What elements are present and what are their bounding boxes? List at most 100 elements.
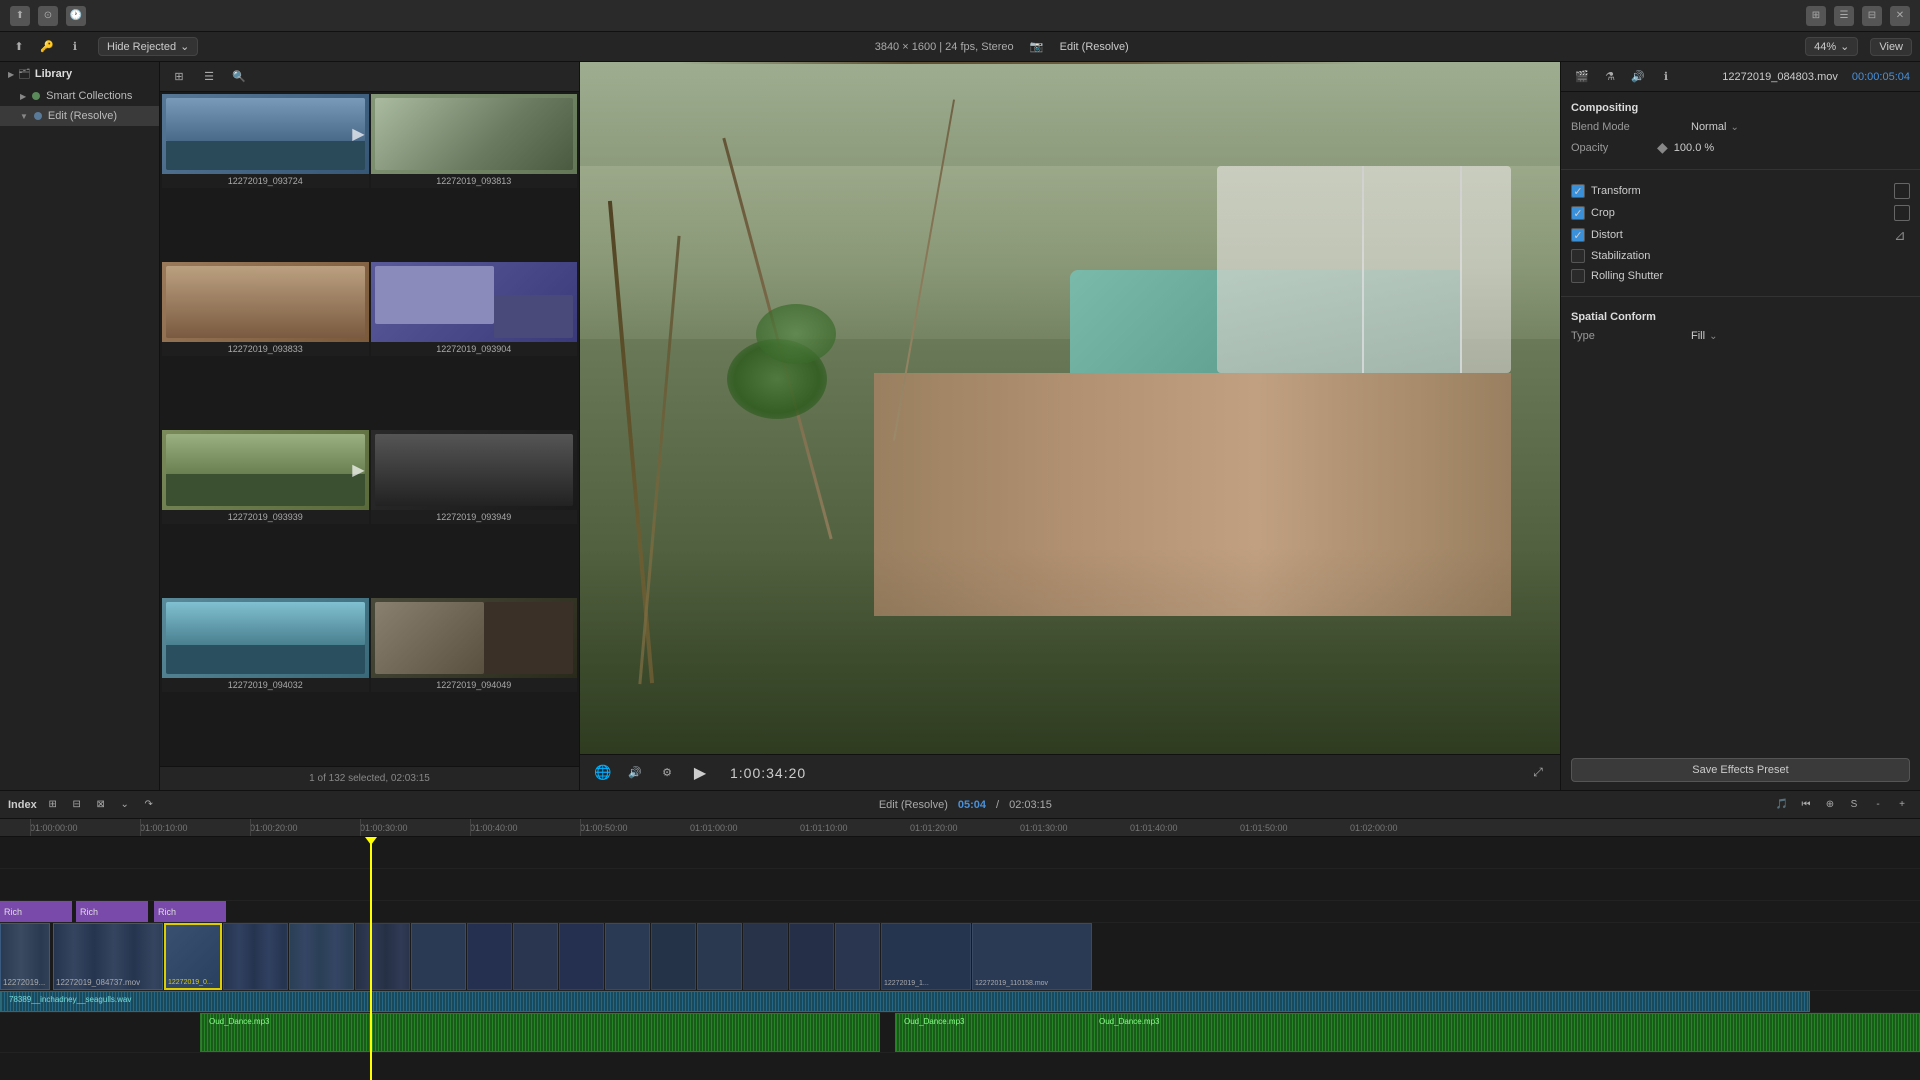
video-clip-7[interactable] — [411, 923, 466, 990]
thumbnail — [371, 598, 578, 678]
clock-icon[interactable]: 🕐 — [66, 6, 86, 26]
inspector-filter-icon[interactable]: ⚗ — [1599, 66, 1621, 88]
hide-rejected-button[interactable]: Hide Rejected ⌄ — [98, 37, 198, 56]
transform-row: ✓ Transform — [1571, 180, 1910, 202]
list-item[interactable]: 12272019_093904 — [371, 262, 578, 428]
tl-dropdown[interactable]: ⌄ — [115, 795, 135, 815]
video-clip-16[interactable] — [835, 923, 880, 990]
browser-search-icon[interactable]: 🔍 — [228, 66, 250, 88]
ruler-tick-3 — [360, 819, 361, 836]
tl-icon-2[interactable]: ⊟ — [67, 795, 87, 815]
video-clip-9[interactable] — [513, 923, 558, 990]
list-item[interactable]: 12272019_094032 — [162, 598, 369, 764]
close-icon[interactable]: ✕ — [1890, 6, 1910, 26]
type-value: Fill — [1691, 330, 1705, 342]
zoom-in-icon[interactable]: + — [1892, 795, 1912, 815]
video-clip-15[interactable] — [789, 923, 834, 990]
zoom-selector[interactable]: 44% ⌄ — [1805, 37, 1858, 56]
video-clip-8[interactable] — [467, 923, 512, 990]
target-icon[interactable]: ⊙ — [38, 6, 58, 26]
play-button[interactable]: ▶ — [688, 761, 712, 785]
upload-icon[interactable]: ⬆ — [10, 6, 30, 26]
solo-icon[interactable]: S — [1844, 795, 1864, 815]
type-dropdown[interactable]: Fill ⌄ — [1691, 330, 1717, 342]
purple-clip-3[interactable]: Rich — [154, 901, 226, 922]
video-clip-4[interactable] — [223, 923, 288, 990]
crop-row: ✓ Crop — [1571, 202, 1910, 224]
video-clip-13[interactable] — [697, 923, 742, 990]
list-item[interactable]: 12272019_093813 — [371, 94, 578, 260]
inspector-info-icon[interactable]: ℹ — [1655, 66, 1677, 88]
timeline-center: Edit (Resolve) 05:04 / 02:03:15 — [879, 799, 1052, 811]
skip-back-icon[interactable]: ⏮ — [1796, 795, 1816, 815]
distort-expand-icon[interactable]: ⊿ — [1894, 227, 1910, 243]
crop-checkbox[interactable]: ✓ — [1571, 206, 1585, 220]
distort-checkbox[interactable]: ✓ — [1571, 228, 1585, 242]
edit-resolve-label: Edit (Resolve) — [879, 799, 948, 811]
stabilization-checkbox[interactable] — [1571, 249, 1585, 263]
fullscreen-button[interactable]: ⤢ — [1528, 763, 1548, 783]
layout-icon[interactable]: ⊟ — [1862, 6, 1882, 26]
list-item[interactable]: ▶ 12272019_093939 — [162, 430, 369, 596]
crop-expand-icon[interactable] — [1894, 205, 1910, 221]
camera-icon[interactable]: 📷 — [1026, 36, 1048, 58]
video-clip-17[interactable]: 12272019_1... — [881, 923, 971, 990]
inspector-video-icon[interactable]: 🎬 — [1571, 66, 1593, 88]
purple-clip-label: Rich — [80, 907, 98, 917]
video-clip-18[interactable]: 12272019_110158.mov — [972, 923, 1092, 990]
audio-clip-oud-1[interactable]: Oud_Dance.mp3 — [200, 1013, 880, 1052]
audio-clip-seagulls[interactable]: 78389__inchadney__seagulls.wav — [0, 991, 1810, 1012]
info-icon[interactable]: ℹ — [64, 36, 86, 58]
video-clip-14[interactable] — [743, 923, 788, 990]
sidebar-item-smart-collections[interactable]: ▶ Smart Collections — [0, 86, 159, 106]
settings-icon[interactable]: ⚙ — [656, 762, 678, 784]
audio-icon[interactable]: 🔊 — [624, 762, 646, 784]
video-clip-6[interactable] — [355, 923, 410, 990]
video-clip-2[interactable]: 12272019_084737.mov — [53, 923, 163, 990]
transform-expand-icon[interactable] — [1894, 183, 1910, 199]
audio-clip-oud-3[interactable]: Oud_Dance.mp3 — [1090, 1013, 1920, 1052]
list-item[interactable]: 12272019_093949 — [371, 430, 578, 596]
video-clip-5[interactable] — [289, 923, 354, 990]
ruler-mark-3: 01:00:30:00 — [360, 823, 408, 833]
grid-icon[interactable]: ⊞ — [1806, 6, 1826, 26]
video-clip-3-selected[interactable]: 12272019_0... — [164, 923, 222, 990]
audio-waveform-icon[interactable]: 🎵 — [1772, 795, 1792, 815]
ruler-mark-7: 01:01:10:00 — [800, 823, 848, 833]
video-clip-11[interactable] — [605, 923, 650, 990]
smart-collections-icon — [32, 92, 40, 100]
list-item[interactable]: 12272019_094049 — [371, 598, 578, 764]
tl-icon-1[interactable]: ⊞ — [43, 795, 63, 815]
transform-checkbox[interactable]: ✓ — [1571, 184, 1585, 198]
media-import-icon[interactable]: ⬆ — [8, 36, 30, 58]
list-icon[interactable]: ☰ — [1834, 6, 1854, 26]
view-button[interactable]: View — [1870, 38, 1912, 56]
grid-view-icon[interactable]: ⊞ — [168, 66, 190, 88]
inspector-audio-icon[interactable]: 🔊 — [1627, 66, 1649, 88]
list-view-icon[interactable]: ☰ — [198, 66, 220, 88]
purple-clip-2[interactable]: Rich — [76, 901, 148, 922]
sidebar-item-edit-resolve[interactable]: ▼ Edit (Resolve) — [0, 106, 159, 126]
purple-clip-1[interactable]: Rich — [0, 901, 72, 922]
zoom-out-icon[interactable]: - — [1868, 795, 1888, 815]
tl-icon-3[interactable]: ⊠ — [91, 795, 111, 815]
library-header[interactable]: ▶ 🗂 Library — [0, 62, 159, 86]
thumb-label: 12272019_093939 — [162, 510, 369, 524]
rolling-shutter-checkbox[interactable] — [1571, 269, 1585, 283]
blend-mode-dropdown[interactable]: Normal ⌄ — [1691, 121, 1739, 133]
globe-icon[interactable]: 🌐 — [592, 762, 614, 784]
edit-resolve-icon — [34, 112, 42, 120]
play-indicator: ▶ — [352, 124, 364, 144]
list-item[interactable]: ▶ 12272019_093724 — [162, 94, 369, 260]
keyword-icon[interactable]: 🔑 — [36, 36, 58, 58]
video-clip-1[interactable]: 12272019... — [0, 923, 50, 990]
video-clip-12[interactable] — [651, 923, 696, 990]
tl-icon-4[interactable]: ↷ — [139, 795, 159, 815]
connection-icon[interactable]: ⊕ — [1820, 795, 1840, 815]
video-clip-10[interactable] — [559, 923, 604, 990]
crop-label: Crop — [1591, 207, 1894, 219]
list-item[interactable]: 12272019_093833 — [162, 262, 369, 428]
save-effects-button[interactable]: Save Effects Preset — [1571, 758, 1910, 782]
playhead[interactable] — [370, 837, 372, 1080]
transform-label: Transform — [1591, 185, 1894, 197]
